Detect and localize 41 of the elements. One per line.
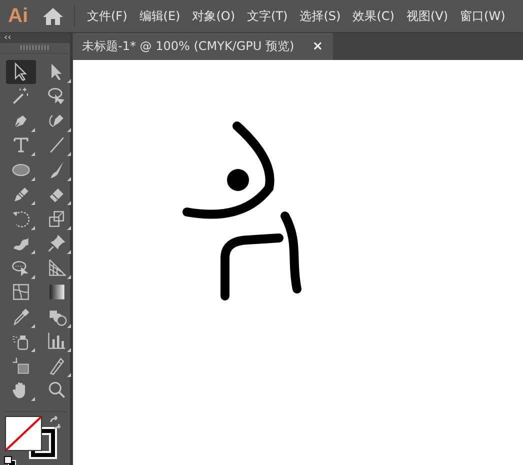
swap-arrows-icon[interactable]: [48, 416, 62, 430]
flyout-corner-icon: [31, 324, 35, 328]
flyout-corner-icon: [67, 250, 71, 254]
flyout-corner-icon: [67, 348, 71, 352]
perspective-grid-icon: [46, 256, 68, 279]
menu-item[interactable]: 文件(F): [83, 8, 132, 24]
menu-item[interactable]: 选择(S): [296, 8, 345, 24]
document-tab[interactable]: 未标题-1* @ 100% (CMYK/GPU 预览) ×: [73, 33, 334, 60]
menu-item[interactable]: 效果(C): [348, 8, 398, 24]
flyout-corner-icon: [67, 78, 71, 83]
flyout-corner-icon: [31, 201, 35, 206]
flyout-corner-icon: [31, 226, 35, 230]
pushpin-icon: [46, 232, 68, 254]
menu-item[interactable]: 文字(T): [243, 8, 292, 24]
menu-item[interactable]: 编辑(E): [135, 8, 184, 24]
home-icon[interactable]: [42, 6, 64, 26]
close-tab-button[interactable]: ×: [312, 39, 324, 54]
fill-none-swatch[interactable]: [5, 416, 42, 451]
flyout-corner-icon: [67, 372, 71, 377]
app-logo: Ai: [7, 4, 29, 28]
flyout-corner-icon: [31, 348, 35, 352]
menu-item[interactable]: 窗口(W): [456, 8, 510, 24]
flyout-corner-icon: [67, 152, 71, 156]
panel-grip-icon[interactable]: [20, 45, 50, 50]
flyout-corner-icon: [67, 324, 71, 328]
flyout-corner-icon: [67, 201, 71, 206]
tool-button[interactable]: [6, 60, 36, 84]
collapse-panel-button[interactable]: ‹‹: [4, 33, 12, 43]
flyout-corner-icon: [31, 397, 35, 402]
flyout-corner-icon: [67, 128, 71, 132]
menu-item[interactable]: 视图(V): [402, 8, 452, 24]
flyout-corner-icon: [31, 128, 35, 132]
flyout-corner-icon: [67, 176, 71, 181]
flyout-corner-icon: [67, 274, 71, 279]
flyout-corner-icon: [31, 176, 35, 181]
flyout-corner-icon: [67, 226, 71, 230]
default-colors-icon[interactable]: [4, 456, 16, 465]
flyout-corner-icon: [31, 152, 35, 156]
flyout-corner-icon: [31, 250, 35, 254]
menu-item[interactable]: 对象(O): [188, 8, 240, 24]
flyout-corner-icon: [31, 274, 35, 279]
